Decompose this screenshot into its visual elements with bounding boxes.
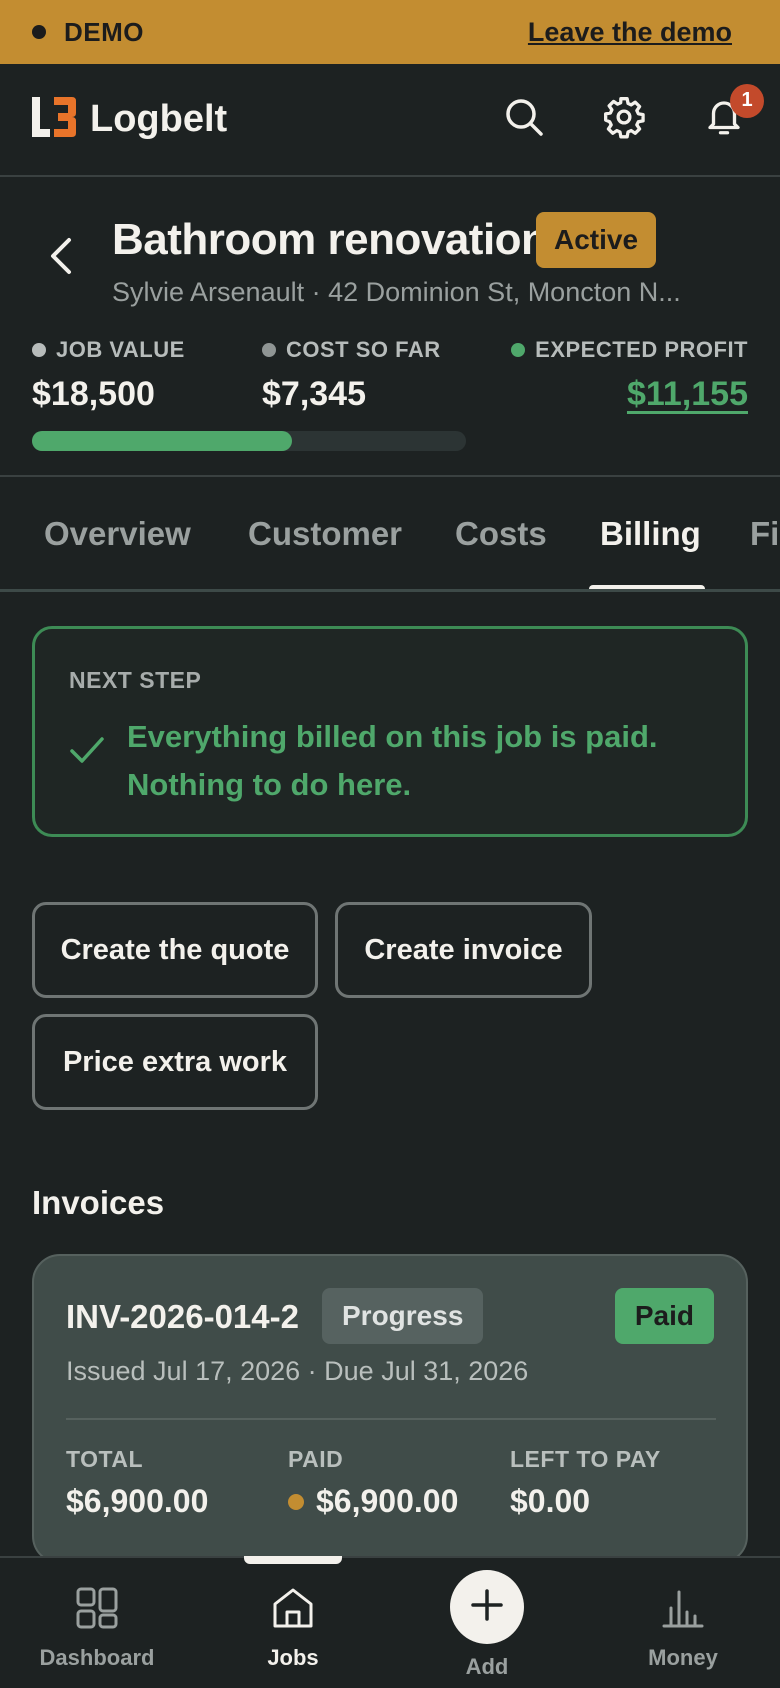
demo-indicator: DEMO [32, 17, 144, 48]
nav-money-label: Money [648, 1645, 718, 1670]
invoice-status-badge: Paid [614, 1288, 714, 1344]
invoice-left-label: LEFT TO PAY [510, 1446, 661, 1472]
invoice-total-value: $6,900.00 [66, 1483, 209, 1519]
chevron-left-icon [47, 236, 73, 281]
next-step-message: Everything billed on this job is paid. N… [127, 719, 658, 802]
profit-stat: EXPECTED PROFIT $11,155 [511, 337, 748, 414]
create-invoice-button[interactable]: Create invoice [335, 902, 592, 998]
nav-dashboard-label: Dashboard [39, 1645, 155, 1670]
tab-billing[interactable]: Billing [600, 515, 701, 553]
price-extra-work-button[interactable]: Price extra work [32, 1014, 318, 1110]
search-button[interactable] [500, 96, 548, 144]
demo-dot [32, 25, 46, 39]
job-value-label: JOB VALUE [56, 337, 185, 362]
cost-label: COST SO FAR [286, 337, 441, 362]
brand[interactable]: Logbelt [32, 97, 227, 142]
nav-dashboard[interactable]: Dashboard [22, 1586, 172, 1671]
cost-dot [262, 343, 276, 357]
logo-icon [32, 97, 76, 142]
invoice-paid-label: PAID [288, 1446, 344, 1472]
invoice-left-to-pay: LEFT TO PAY $0.00 [510, 1446, 661, 1520]
next-step-card: NEXT STEP Everything billed on this job … [32, 626, 748, 837]
nav-jobs-label: Jobs [267, 1645, 319, 1670]
house-icon [271, 1586, 315, 1635]
create-quote-button[interactable]: Create the quote [32, 902, 318, 998]
job-status-badge: Active [536, 212, 657, 268]
brand-name: Logbelt [90, 98, 228, 140]
tab-customer[interactable]: Customer [248, 515, 402, 553]
settings-button[interactable] [600, 96, 648, 144]
job-value: $18,500 [32, 375, 155, 413]
bottom-navigation: Dashboard Jobs Add Money [0, 1556, 780, 1688]
demo-label: DEMO [64, 16, 144, 47]
nav-jobs[interactable]: Jobs [218, 1586, 368, 1671]
invoice-left-value: $0.00 [510, 1483, 591, 1519]
profit-value[interactable]: $11,155 [511, 375, 748, 414]
back-button[interactable] [40, 233, 80, 283]
invoice-total-label: TOTAL [66, 1446, 144, 1472]
nav-money[interactable]: Money [608, 1586, 758, 1671]
leave-demo-link[interactable]: Leave the demo [528, 17, 732, 48]
job-title: Bathroom renovation [112, 215, 548, 264]
job-tabs: Overview Customer Costs Billing Fi [0, 479, 780, 592]
job-summary: Bathroom renovation Active Sylvie Arsena… [0, 179, 780, 477]
cost-progress-fill [32, 431, 293, 451]
invoice-dates: Issued Jul 17, 2026 · Due Jul 31, 2026 [66, 1356, 529, 1386]
invoice-paid: PAID $6,900.00 [288, 1446, 458, 1520]
dashboard-icon [75, 1586, 119, 1635]
profit-dot [511, 343, 526, 357]
invoice-total: TOTAL $6,900.00 [66, 1446, 208, 1520]
invoice-paid-value: $6,900.00 [316, 1483, 459, 1519]
notifications-button[interactable]: 1 [700, 83, 764, 144]
invoice-card[interactable]: INV-2026-014-2 Progress Paid Issued Jul … [32, 1254, 748, 1564]
job-value-stat: JOB VALUE $18,500 [32, 337, 185, 414]
nav-add-label: Add [465, 1654, 509, 1679]
bar-chart-icon [661, 1586, 705, 1635]
gear-icon [602, 95, 646, 144]
search-icon [504, 97, 544, 142]
checkmark-icon [69, 735, 105, 770]
cost-value: $7,345 [262, 375, 366, 413]
cost-stat: COST SO FAR $7,345 [262, 337, 441, 414]
invoice-number: INV-2026-014-2 [66, 1298, 299, 1335]
next-step-label: NEXT STEP [69, 667, 202, 693]
cost-progress-bar [32, 431, 466, 451]
paid-dot [288, 1493, 304, 1510]
active-nav-indicator [244, 1556, 342, 1564]
invoice-type-badge: Progress [322, 1288, 484, 1344]
notification-badge: 1 [730, 83, 764, 118]
plus-icon [470, 1588, 504, 1627]
tab-costs[interactable]: Costs [455, 515, 547, 553]
job-value-dot [32, 343, 46, 357]
invoices-heading: Invoices [32, 1184, 165, 1221]
job-subtitle: Sylvie Arsenault · 42 Dominion St, Monct… [112, 277, 681, 307]
add-button[interactable] [450, 1570, 524, 1644]
profit-label: EXPECTED PROFIT [535, 337, 748, 362]
tab-overview[interactable]: Overview [44, 515, 191, 553]
app-header: Logbelt 1 [0, 64, 780, 177]
nav-add[interactable]: Add [412, 1570, 562, 1680]
demo-banner: DEMO Leave the demo [0, 0, 780, 64]
tab-files[interactable]: Fi [750, 515, 779, 553]
active-tab-indicator [589, 585, 705, 589]
invoice-divider [66, 1418, 716, 1420]
